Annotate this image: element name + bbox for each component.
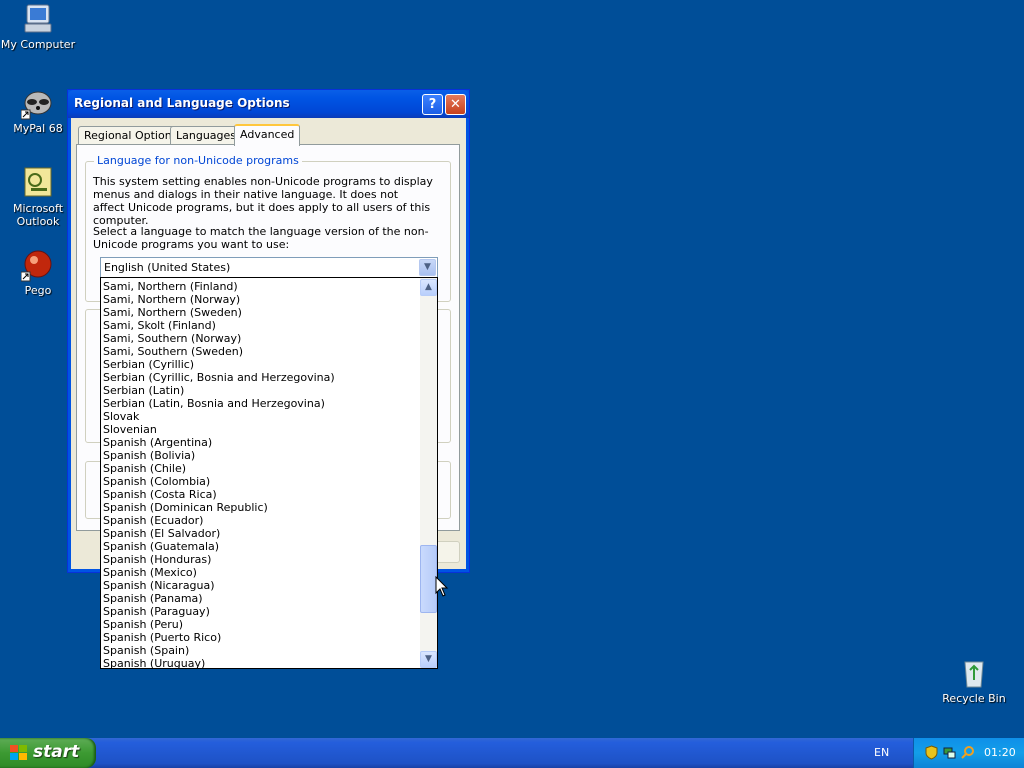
dropdown-option[interactable]: Spanish (Uruguay) bbox=[101, 657, 419, 668]
tab-regional-options[interactable]: Regional Options bbox=[78, 126, 184, 144]
desktop-icon-pego[interactable]: Pego bbox=[0, 248, 76, 297]
desktop-icon-recycle-bin[interactable]: Recycle Bin bbox=[936, 656, 1012, 705]
dropdown-option[interactable]: Spanish (Chile) bbox=[101, 462, 419, 475]
desktop-icon-mypal[interactable]: MyPal 68 bbox=[0, 86, 76, 135]
chevron-down-icon[interactable]: ▼ bbox=[419, 259, 436, 276]
desktop-icon-label: MyPal 68 bbox=[13, 122, 63, 135]
dropdown-option[interactable]: Spanish (Mexico) bbox=[101, 566, 419, 579]
dialog-title: Regional and Language Options bbox=[74, 96, 290, 110]
close-button[interactable]: ✕ bbox=[445, 94, 466, 115]
dropdown-option[interactable]: Slovenian bbox=[101, 423, 419, 436]
desktop-icon-label: My Computer bbox=[0, 38, 76, 51]
network-icon[interactable] bbox=[942, 745, 957, 760]
instruction-text: Select a language to match the language … bbox=[93, 225, 429, 251]
dropdown-option[interactable]: Sami, Southern (Sweden) bbox=[101, 345, 419, 358]
security-shield-icon[interactable] bbox=[924, 745, 939, 760]
scroll-down-icon[interactable]: ▼ bbox=[420, 651, 437, 668]
desktop-icon-label: Pego bbox=[24, 284, 52, 297]
dropdown-option[interactable]: Sami, Northern (Finland) bbox=[101, 280, 419, 293]
dropdown-option[interactable]: Spanish (Argentina) bbox=[101, 436, 419, 449]
dropdown-option[interactable]: Spanish (Guatemala) bbox=[101, 540, 419, 553]
outlook-icon bbox=[21, 166, 55, 200]
tab-languages[interactable]: Languages bbox=[170, 126, 243, 144]
desktop-icon-my-computer[interactable]: My Computer bbox=[0, 2, 76, 51]
dropdown-option[interactable]: Spanish (Nicaragua) bbox=[101, 579, 419, 592]
help-icon: ? bbox=[428, 97, 437, 112]
dropdown-items: Sami, Northern (Finland) Sami, Northern (… bbox=[101, 280, 419, 668]
dropdown-option[interactable]: Spanish (Dominican Republic) bbox=[101, 501, 419, 514]
dropdown-option[interactable]: Spanish (Honduras) bbox=[101, 553, 419, 566]
dropdown-option[interactable]: Spanish (Puerto Rico) bbox=[101, 631, 419, 644]
search-icon[interactable] bbox=[960, 745, 975, 760]
language-indicator[interactable]: EN bbox=[874, 746, 889, 759]
dropdown-option[interactable]: Sami, Northern (Norway) bbox=[101, 293, 419, 306]
dropdown-option[interactable]: Spanish (Bolivia) bbox=[101, 449, 419, 462]
dropdown-option[interactable]: Spanish (Ecuador) bbox=[101, 514, 419, 527]
dropdown-option[interactable]: Slovak bbox=[101, 410, 419, 423]
windows-flag-icon bbox=[10, 745, 27, 760]
dropdown-option[interactable]: Spanish (Spain) bbox=[101, 644, 419, 657]
dropdown-option[interactable]: Spanish (Peru) bbox=[101, 618, 419, 631]
dropdown-option[interactable]: Serbian (Latin) bbox=[101, 384, 419, 397]
selected-language: English (United States) bbox=[104, 261, 231, 274]
tab-advanced[interactable]: Advanced bbox=[234, 124, 301, 146]
scroll-up-icon[interactable]: ▲ bbox=[420, 279, 437, 296]
desktop-icon-label: Microsoft Outlook bbox=[12, 202, 64, 228]
dropdown-option[interactable]: Spanish (Panama) bbox=[101, 592, 419, 605]
system-tray: 01:20 bbox=[913, 738, 1024, 768]
taskbar: start EN 01:20 bbox=[0, 738, 1024, 768]
dropdown-option[interactable]: Sami, Northern (Sweden) bbox=[101, 306, 419, 319]
dropdown-option[interactable]: Serbian (Latin, Bosnia and Herzegovina) bbox=[101, 397, 419, 410]
dropdown-scrollbar[interactable]: ▲ ▼ bbox=[420, 278, 437, 668]
computer-icon bbox=[21, 2, 55, 36]
dropdown-option[interactable]: Spanish (Paraguay) bbox=[101, 605, 419, 618]
help-button[interactable]: ? bbox=[422, 94, 443, 115]
dropdown-option[interactable]: Spanish (El Salvador) bbox=[101, 527, 419, 540]
close-icon: ✕ bbox=[450, 97, 461, 112]
recycle-bin-icon bbox=[957, 656, 991, 690]
dropdown-option[interactable]: Serbian (Cyrillic, Bosnia and Herzegovin… bbox=[101, 371, 419, 384]
language-dropdown-list[interactable]: Sami, Northern (Finland) Sami, Northern (… bbox=[100, 277, 438, 669]
desktop-icon-outlook[interactable]: Microsoft Outlook bbox=[0, 166, 76, 228]
start-label: start bbox=[33, 742, 80, 762]
raccoon-icon bbox=[20, 86, 55, 120]
mouse-cursor-icon bbox=[435, 575, 449, 601]
start-button[interactable]: start bbox=[0, 738, 96, 768]
desktop-icon-label: Recycle Bin bbox=[942, 692, 1006, 705]
pego-icon bbox=[20, 248, 55, 282]
description-text: This system setting enables non-Unicode … bbox=[93, 175, 433, 227]
dropdown-option[interactable]: Sami, Southern (Norway) bbox=[101, 332, 419, 345]
dialog-titlebar[interactable]: Regional and Language Options ? ✕ bbox=[68, 90, 469, 118]
dropdown-option[interactable]: Spanish (Colombia) bbox=[101, 475, 419, 488]
dropdown-option[interactable]: Spanish (Costa Rica) bbox=[101, 488, 419, 501]
clock: 01:20 bbox=[984, 746, 1016, 759]
dropdown-option[interactable]: Serbian (Cyrillic) bbox=[101, 358, 419, 371]
group-title: Language for non-Unicode programs bbox=[94, 154, 302, 167]
language-select[interactable]: English (United States) ▼ bbox=[100, 257, 438, 278]
dropdown-option[interactable]: Sami, Skolt (Finland) bbox=[101, 319, 419, 332]
